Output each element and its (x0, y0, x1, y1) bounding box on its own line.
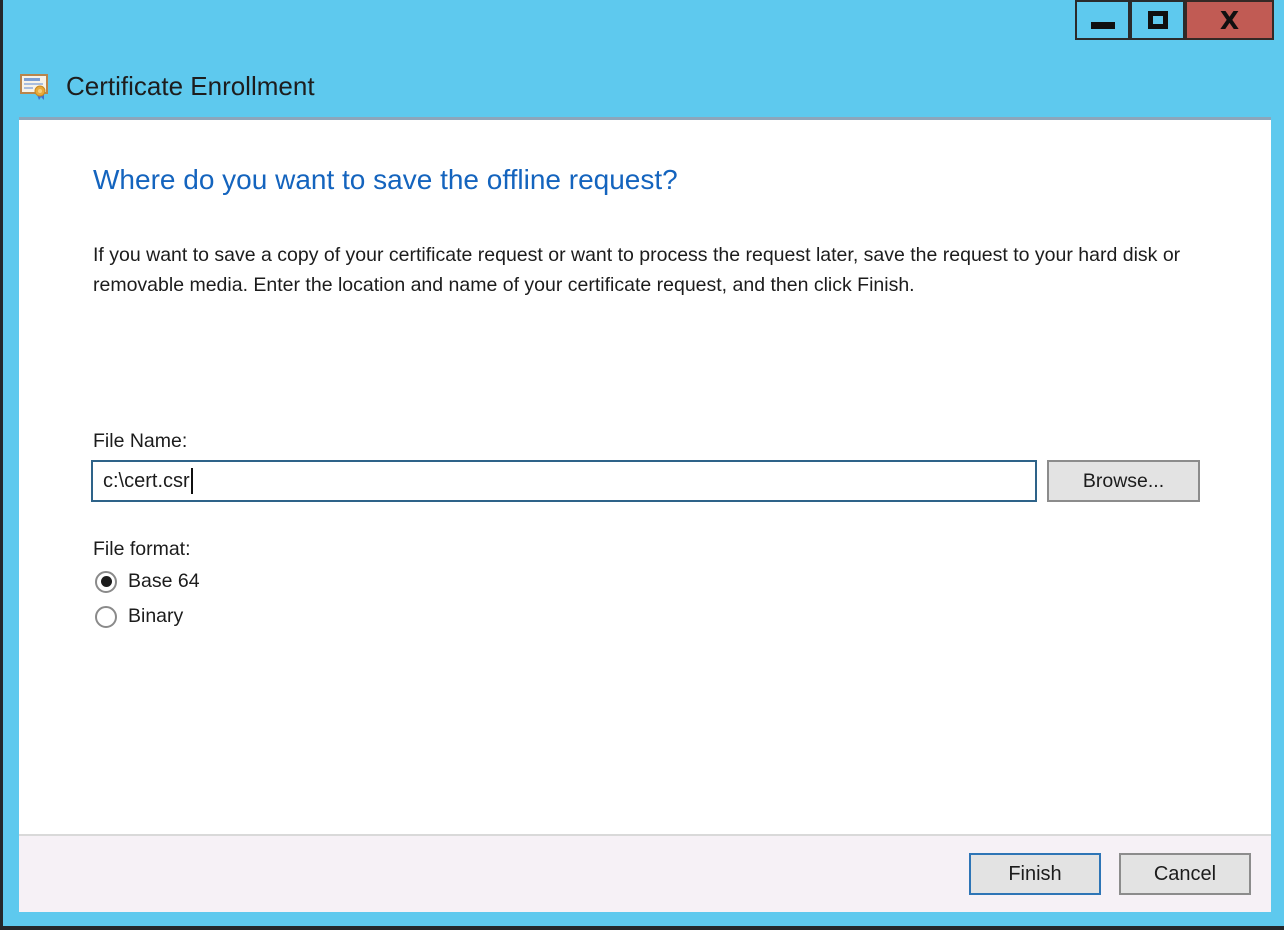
wizard-panel: Where do you want to save the offline re… (19, 117, 1271, 912)
text-caret (191, 468, 193, 494)
wizard-footer: Finish Cancel (19, 834, 1271, 912)
radio-base64[interactable]: Base 64 (95, 570, 200, 593)
radio-binary[interactable]: Binary (95, 605, 183, 628)
certificate-enrollment-window: X Certificate Enrollment Where do you wa… (0, 0, 1284, 930)
radio-button-icon (95, 571, 117, 593)
certificate-icon (19, 70, 51, 102)
wizard-page: Where do you want to save the offline re… (19, 120, 1271, 834)
window-controls: X (1075, 0, 1274, 40)
minimize-button[interactable] (1075, 0, 1130, 40)
finish-button[interactable]: Finish (969, 853, 1101, 895)
window-titlebar: Certificate Enrollment (19, 70, 315, 102)
page-title: Where do you want to save the offline re… (93, 164, 678, 196)
minimize-icon (1091, 22, 1115, 29)
browse-button[interactable]: Browse... (1047, 460, 1200, 502)
close-button[interactable]: X (1185, 0, 1274, 40)
cancel-button[interactable]: Cancel (1119, 853, 1251, 895)
radio-binary-label: Binary (128, 605, 183, 628)
close-icon: X (1220, 8, 1239, 33)
file-name-value: c:\cert.csr (103, 470, 190, 493)
radio-selected-dot (101, 576, 112, 587)
file-name-input[interactable]: c:\cert.csr (91, 460, 1037, 502)
radio-base64-label: Base 64 (128, 570, 200, 593)
radio-button-icon (95, 606, 117, 628)
window-title: Certificate Enrollment (66, 71, 315, 102)
file-name-label: File Name: (93, 430, 187, 453)
maximize-button[interactable] (1130, 0, 1185, 40)
page-description: If you want to save a copy of your certi… (93, 240, 1215, 300)
file-format-label: File format: (93, 538, 191, 561)
maximize-icon (1148, 11, 1168, 29)
